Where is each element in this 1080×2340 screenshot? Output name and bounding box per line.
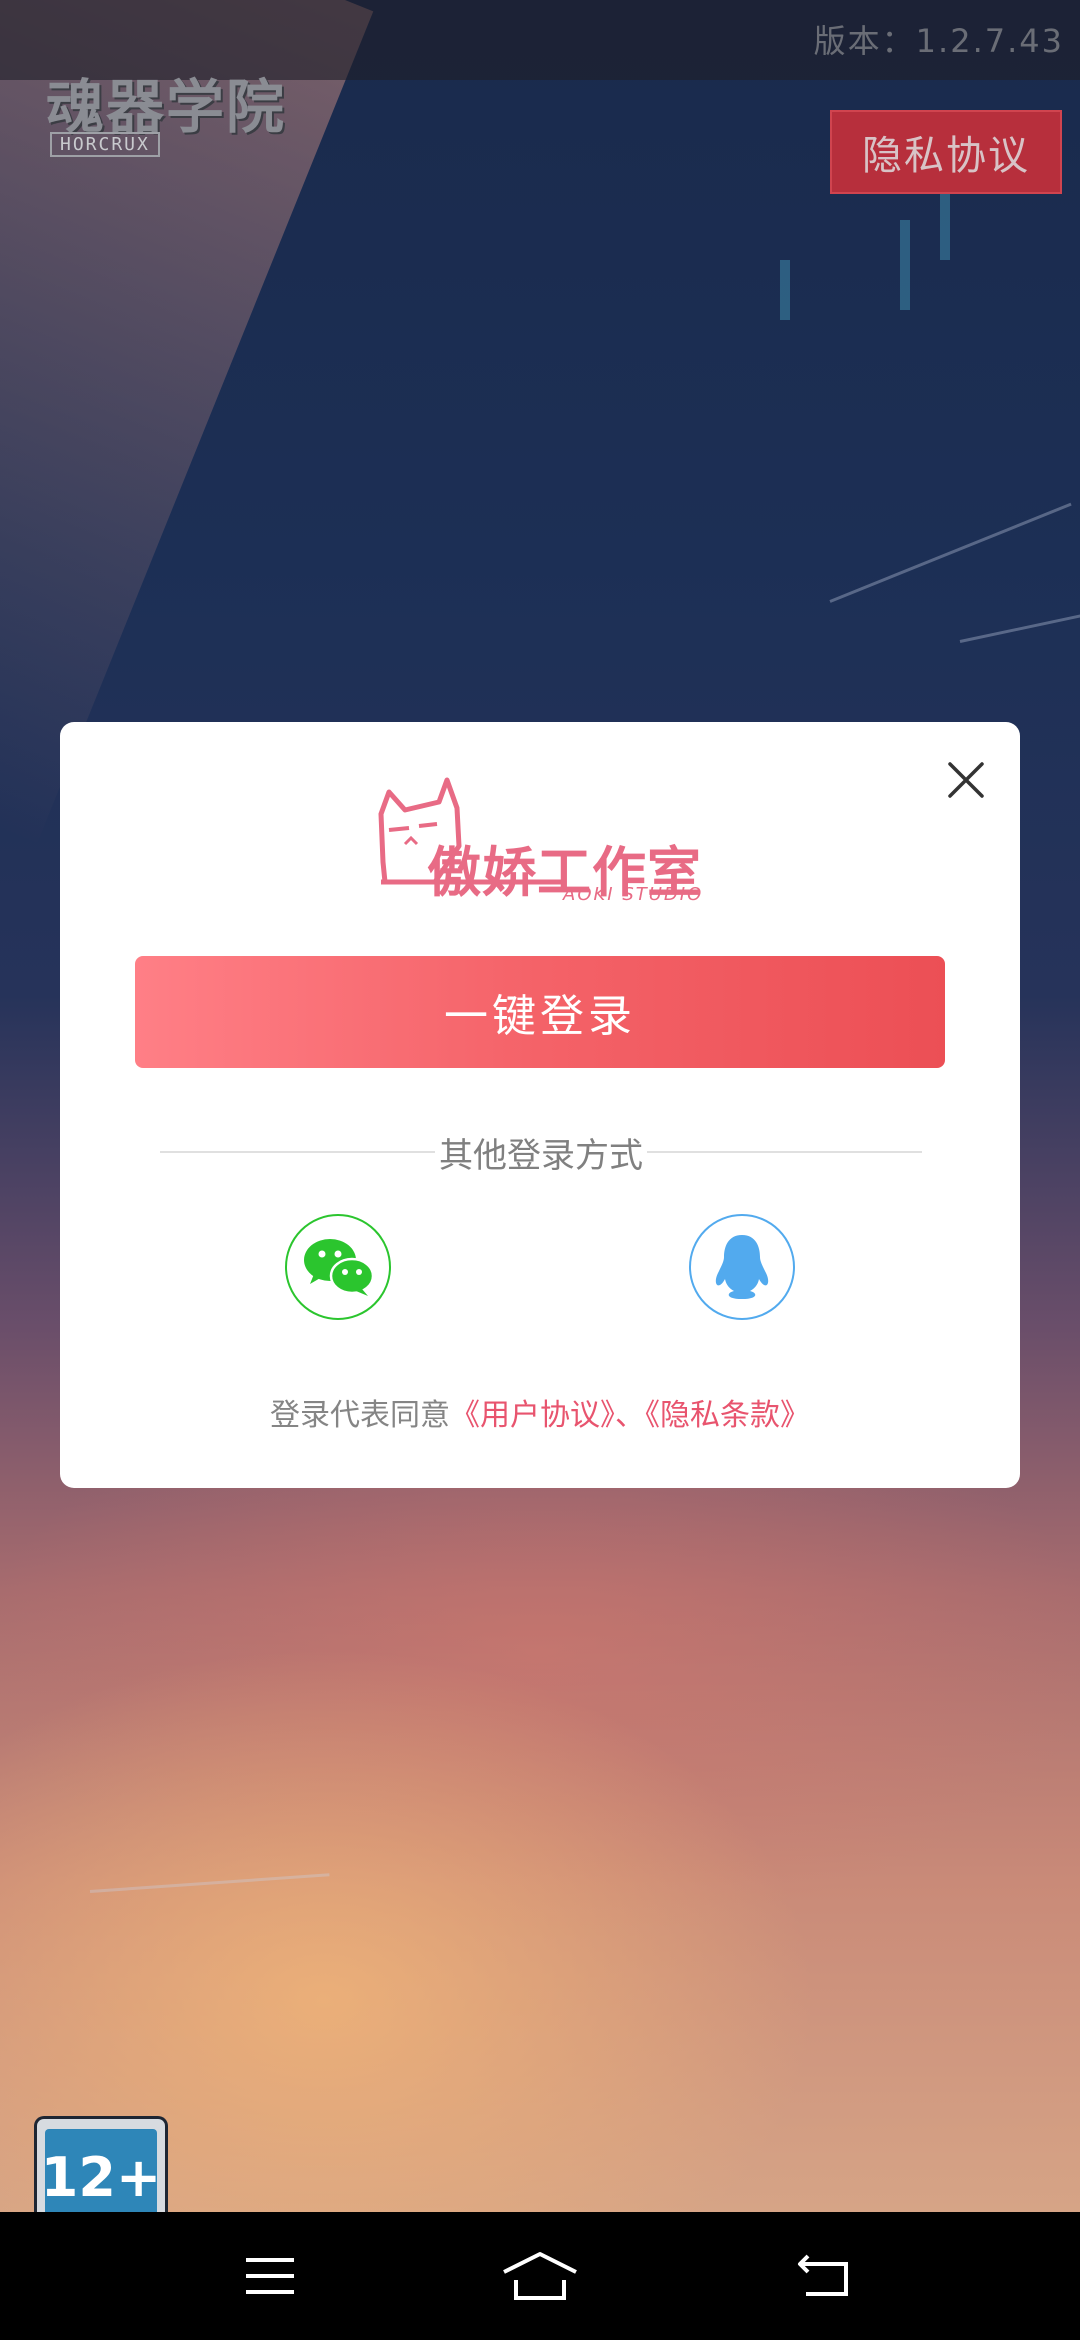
background-line xyxy=(829,502,1072,603)
qq-login-button[interactable] xyxy=(689,1214,795,1320)
wechat-login-button[interactable] xyxy=(285,1214,391,1320)
system-navigation-bar xyxy=(0,2212,1080,2340)
home-icon[interactable] xyxy=(500,2236,580,2316)
background-streak xyxy=(780,260,790,320)
close-icon[interactable] xyxy=(942,756,990,804)
agreement-separator: 、 xyxy=(615,1398,645,1433)
game-logo: 魂器学院 HORCRUX xyxy=(16,20,366,160)
agreement-text: 登录代表同意《用户协议》、《隐私条款》 xyxy=(60,1390,1020,1434)
background-streak xyxy=(940,190,950,260)
game-logo-subtitle: HORCRUX xyxy=(50,132,160,157)
one-click-login-button[interactable]: 一键登录 xyxy=(135,956,945,1068)
login-dialog: 傲娇工作室 AOKI STUDIO 一键登录 其他登录方式 登录代表同意《用户协… xyxy=(60,722,1020,1488)
age-rating-badge: 12+ xyxy=(34,2116,168,2226)
agreement-prefix: 登录代表同意 xyxy=(270,1398,450,1433)
studio-logo: 傲娇工作室 AOKI STUDIO xyxy=(375,772,725,905)
privacy-agreement-button[interactable]: 隐私协议 xyxy=(830,110,1062,194)
divider-line-right xyxy=(647,1151,922,1153)
background-line xyxy=(959,610,1080,643)
version-label: 版本：1.2.7.43 xyxy=(813,22,1064,60)
studio-logo-subtitle: AOKI STUDIO xyxy=(563,884,704,905)
background-line xyxy=(89,1873,330,1893)
divider-line-left xyxy=(160,1151,435,1153)
background-streak xyxy=(900,220,910,310)
wechat-icon xyxy=(304,1239,374,1296)
other-login-divider: 其他登录方式 xyxy=(160,1122,922,1182)
menu-icon[interactable] xyxy=(230,2236,310,2316)
other-login-label: 其他登录方式 xyxy=(439,1135,643,1176)
privacy-terms-link[interactable]: 《隐私条款》 xyxy=(645,1398,810,1433)
qq-icon xyxy=(715,1235,769,1299)
user-agreement-link[interactable]: 《用户协议》 xyxy=(450,1398,615,1433)
back-icon[interactable] xyxy=(784,2236,864,2316)
